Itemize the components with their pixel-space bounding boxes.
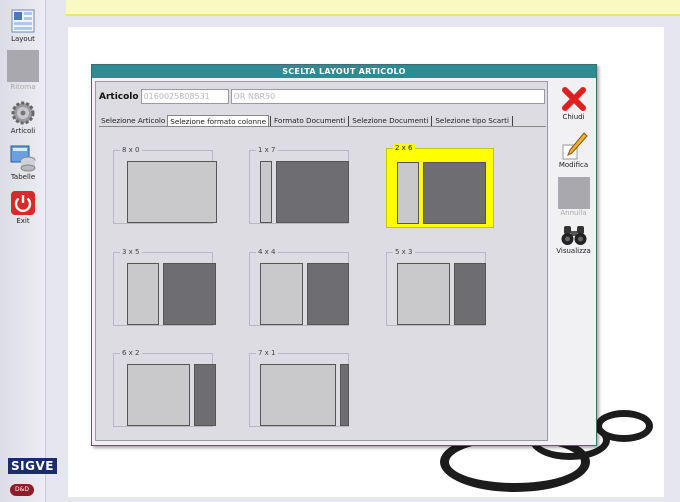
layout-option-1x7[interactable]: 1 x 7 xyxy=(249,146,349,224)
cancel-icon xyxy=(557,177,590,209)
gear-icon xyxy=(11,101,35,125)
database-icon xyxy=(10,145,36,172)
layout-option-8x0[interactable]: 8 x 0 xyxy=(113,146,217,224)
tab-separator xyxy=(511,115,513,126)
toolbar-label: Articoli xyxy=(10,127,36,135)
annulla-button[interactable]: Annulla xyxy=(551,177,596,217)
layout-column-dark xyxy=(276,161,349,223)
dialog-actions: Chiudi Modifica Annulla Visualizza xyxy=(551,81,596,441)
layout-column-dark xyxy=(340,364,349,426)
tab-selezione-articolo[interactable]: Selezione Articolo xyxy=(99,115,167,126)
layout-option-5x3[interactable]: 5 x 3 xyxy=(386,248,486,326)
sigve-logo: SIGVE xyxy=(8,458,57,474)
layout-option-label: 8 x 0 xyxy=(120,146,142,155)
layout-column-light xyxy=(127,364,190,426)
tab-bar: Selezione Articolo Selezione formato col… xyxy=(99,115,514,126)
articolo-label: Articolo xyxy=(99,91,139,102)
tab-formato-documenti[interactable]: Formato Documenti xyxy=(272,115,347,126)
dialog-title: SCELTA LAYOUT ARTICOLO xyxy=(92,65,596,78)
layout-option-7x1[interactable]: 7 x 1 xyxy=(249,349,349,427)
toolbar-label: Layout xyxy=(11,35,35,43)
close-icon xyxy=(561,87,586,111)
toolbar-item-exit[interactable]: Exit xyxy=(0,190,46,225)
layout-option-label: 4 x 4 xyxy=(256,248,278,257)
tab-underline xyxy=(99,126,546,127)
layout-column-dark xyxy=(307,263,349,325)
modifica-button[interactable]: Modifica xyxy=(551,131,596,169)
annulla-label: Annulla xyxy=(560,209,587,217)
layout-option-label: 3 x 5 xyxy=(120,248,142,257)
visualizza-label: Visualizza xyxy=(556,247,591,255)
left-toolbar: Layout Ritorna Articoli Tabelle Exit SIG… xyxy=(0,0,57,502)
tab-selezione-tipo-scarti[interactable]: Selezione tipo Scarti xyxy=(433,115,511,126)
toolbar-label: Ritorna xyxy=(10,83,36,91)
toolbar-item-articoli[interactable]: Articoli xyxy=(0,100,46,135)
layout-option-label: 5 x 3 xyxy=(393,248,415,257)
layout-column-light xyxy=(397,263,450,325)
tab-selezione-documenti[interactable]: Selezione Documenti xyxy=(350,115,430,126)
articolo-description-field[interactable]: OR NBR50 xyxy=(230,89,545,104)
chiudi-button[interactable]: Chiudi xyxy=(551,85,596,121)
dd-logo: D&D xyxy=(10,484,34,496)
return-icon xyxy=(7,50,39,82)
layout-column-light xyxy=(260,161,272,223)
chiudi-label: Chiudi xyxy=(562,113,585,121)
toolbar-label: Exit xyxy=(16,217,30,225)
layout-column-light xyxy=(260,364,336,426)
binoculars-icon xyxy=(561,226,586,245)
toolbar-item-ritorna[interactable]: Ritorna xyxy=(0,50,46,91)
visualizza-button[interactable]: Visualizza xyxy=(551,223,596,255)
layout-option-label: 2 x 6 xyxy=(393,144,415,153)
articolo-code-field[interactable]: 0160025808531 xyxy=(140,89,229,104)
power-icon xyxy=(11,191,35,215)
top-banner xyxy=(66,0,680,16)
tab-separator xyxy=(270,115,272,126)
layout-option-label: 6 x 2 xyxy=(120,349,142,358)
layout-option-label: 1 x 7 xyxy=(256,146,278,155)
layout-option-6x2[interactable]: 6 x 2 xyxy=(113,349,216,427)
articolo-row: Articolo 0160025808531 OR NBR50 xyxy=(99,89,547,104)
layout-column-light xyxy=(260,263,303,325)
layout-column-dark xyxy=(194,364,216,426)
layout-column-light xyxy=(397,162,419,224)
layout-option-4x4[interactable]: 4 x 4 xyxy=(249,248,349,326)
layout-option-label: 7 x 1 xyxy=(256,349,278,358)
layout-option-2x6[interactable]: 2 x 6 xyxy=(386,144,494,228)
tab-selezione-formato-colonne[interactable]: Selezione formato colonne xyxy=(167,115,270,126)
layout-column-dark xyxy=(423,162,486,224)
layout-column-dark xyxy=(163,263,216,325)
dialog-main-area: Articolo 0160025808531 OR NBR50 Selezion… xyxy=(95,81,548,441)
toolbar-label: Tabelle xyxy=(10,173,36,181)
layout-option-3x5[interactable]: 3 x 5 xyxy=(113,248,216,326)
layout-column-dark xyxy=(454,263,486,325)
toolbar-item-layout[interactable]: Layout xyxy=(0,8,46,43)
pencil-icon xyxy=(562,132,588,160)
layout-column-light xyxy=(127,161,217,223)
modifica-label: Modifica xyxy=(558,161,589,169)
layout-selection-dialog: SCELTA LAYOUT ARTICOLO Articolo 01600258… xyxy=(91,64,597,446)
toolbar-item-tabelle[interactable]: Tabelle xyxy=(0,144,46,181)
o-ring-image xyxy=(595,410,653,442)
tab-separator xyxy=(431,115,433,126)
layout-column-light xyxy=(127,263,159,325)
tab-separator xyxy=(348,115,350,126)
layout-icon xyxy=(11,9,35,33)
